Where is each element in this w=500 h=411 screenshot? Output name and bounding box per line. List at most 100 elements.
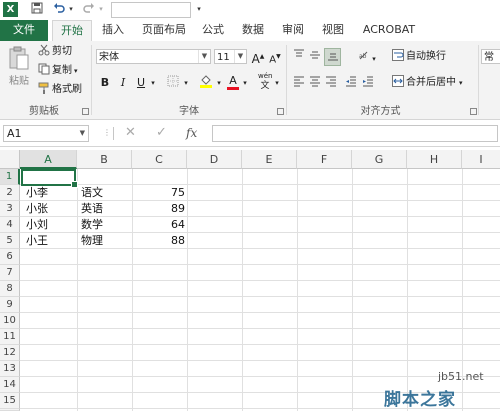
increase-indent-button[interactable] xyxy=(361,75,375,91)
align-right-button[interactable] xyxy=(324,75,338,91)
grow-font-button[interactable]: A▲ xyxy=(251,49,265,66)
cell-name[interactable]: 小刘 xyxy=(26,217,48,233)
column-header[interactable]: H xyxy=(407,150,462,169)
cut-button[interactable]: 剪切 xyxy=(38,44,72,59)
row-header[interactable]: 1 xyxy=(0,169,20,185)
row-header[interactable]: 14 xyxy=(0,377,20,393)
row-header[interactable]: 13 xyxy=(0,361,20,377)
redo-icon[interactable] xyxy=(82,2,96,17)
orientation-button[interactable]: ab ▾ xyxy=(358,49,376,65)
column-header[interactable]: C xyxy=(132,150,187,169)
cancel-icon[interactable]: ✕ xyxy=(125,125,136,141)
decrease-indent-button[interactable] xyxy=(344,75,358,91)
font-launcher-icon[interactable] xyxy=(277,108,284,115)
align-top-button[interactable] xyxy=(292,49,306,65)
enter-icon[interactable]: ✓ xyxy=(156,125,167,141)
tab-acrobat[interactable]: ACROBAT xyxy=(358,20,420,41)
quick-access-field[interactable] xyxy=(111,2,191,18)
align-left-button[interactable] xyxy=(292,75,306,91)
cell-score[interactable]: 88 xyxy=(135,233,185,249)
customize-toolbar-icon[interactable]: ▾ xyxy=(195,2,203,17)
fill-handle[interactable] xyxy=(71,181,78,188)
font-color-button[interactable]: A xyxy=(226,73,240,90)
insert-function-button[interactable]: fx xyxy=(186,125,197,141)
cell-subject[interactable]: 数学 xyxy=(81,217,103,233)
row-header[interactable]: 8 xyxy=(0,281,20,297)
underline-dropdown-icon[interactable]: ▾ xyxy=(149,75,157,91)
paste-button[interactable]: 粘贴 xyxy=(5,45,33,95)
row-header[interactable]: 2 xyxy=(0,185,20,201)
tab-file[interactable]: 文件 xyxy=(0,20,48,41)
font-color-dropdown-icon[interactable]: ▾ xyxy=(241,75,249,91)
row-header[interactable]: 5 xyxy=(0,233,20,249)
tab-formulas[interactable]: 公式 xyxy=(197,20,229,41)
bold-button[interactable]: B xyxy=(98,75,112,91)
font-size-select[interactable]: 11 ▼ xyxy=(214,49,247,64)
tab-home[interactable]: 开始 xyxy=(52,20,92,42)
font-name-select[interactable]: 宋体 ▼ xyxy=(96,49,211,64)
redo-dropdown-icon[interactable]: ▾ xyxy=(97,2,105,17)
row-header[interactable]: 4 xyxy=(0,217,20,233)
row-header[interactable]: 6 xyxy=(0,249,20,265)
column-header[interactable]: E xyxy=(242,150,297,169)
select-all-corner[interactable] xyxy=(0,150,20,169)
align-center-button[interactable] xyxy=(308,75,322,91)
undo-icon[interactable] xyxy=(52,2,66,17)
resize-handle-icon[interactable]: ⋮ xyxy=(103,128,111,137)
number-format-value: 常规 xyxy=(484,52,494,63)
align-right-icon xyxy=(326,76,336,87)
tab-view[interactable]: 视图 xyxy=(316,20,350,41)
cell-name[interactable]: 小王 xyxy=(26,233,48,249)
column-header[interactable]: G xyxy=(352,150,407,169)
save-icon[interactable] xyxy=(30,2,44,17)
column-header[interactable]: A xyxy=(20,150,77,169)
fill-bucket-icon xyxy=(200,75,212,88)
alignment-launcher-icon[interactable] xyxy=(470,108,477,115)
cell-score[interactable]: 64 xyxy=(135,217,185,233)
cell-subject[interactable]: 英语 xyxy=(81,201,103,217)
border-button[interactable] xyxy=(165,75,181,91)
copy-icon xyxy=(38,63,50,75)
align-middle-button[interactable] xyxy=(308,49,322,65)
number-format-select[interactable]: 常规 xyxy=(481,49,500,64)
cell-subject[interactable]: 物理 xyxy=(81,233,103,249)
cell-score[interactable]: 75 xyxy=(135,185,185,201)
merge-center-button[interactable]: 合并后居中 ▾ xyxy=(392,75,463,90)
undo-dropdown-icon[interactable]: ▾ xyxy=(67,2,75,17)
row-header[interactable]: 11 xyxy=(0,329,20,345)
active-cell-selection[interactable] xyxy=(21,169,78,188)
column-header[interactable]: D xyxy=(187,150,242,169)
fill-color-button[interactable] xyxy=(198,74,214,90)
column-header[interactable]: F xyxy=(297,150,352,169)
fill-color-dropdown-icon[interactable]: ▾ xyxy=(215,75,223,91)
format-painter-button[interactable]: 格式刷 xyxy=(38,82,82,97)
align-bottom-button[interactable] xyxy=(324,48,341,66)
shrink-font-button[interactable]: A▼ xyxy=(268,49,282,65)
cell-name[interactable]: 小李 xyxy=(26,185,48,201)
border-dropdown-icon[interactable]: ▾ xyxy=(182,75,190,91)
clipboard-launcher-icon[interactable] xyxy=(82,108,89,115)
name-box[interactable]: A1 ▼ xyxy=(3,125,89,142)
cell-name[interactable]: 小张 xyxy=(26,201,48,217)
formula-input[interactable] xyxy=(212,125,498,142)
row-header[interactable]: 15 xyxy=(0,393,20,409)
italic-button[interactable]: I xyxy=(116,75,130,91)
row-header[interactable]: 9 xyxy=(0,297,20,313)
tab-review[interactable]: 审阅 xyxy=(277,20,309,41)
copy-button[interactable]: 复制 ▾ xyxy=(38,63,78,78)
row-header[interactable]: 3 xyxy=(0,201,20,217)
column-header[interactable]: I xyxy=(462,150,500,169)
column-header[interactable]: B xyxy=(77,150,132,169)
tab-insert[interactable]: 插入 xyxy=(96,20,130,41)
underline-button[interactable]: U xyxy=(134,75,148,91)
tab-data[interactable]: 数据 xyxy=(236,20,270,41)
row-header[interactable]: 12 xyxy=(0,345,20,361)
tab-page-layout[interactable]: 页面布局 xyxy=(136,20,192,41)
wrap-text-button[interactable]: 自动换行 xyxy=(392,49,446,64)
cell-subject[interactable]: 语文 xyxy=(81,185,103,201)
row-header[interactable]: 7 xyxy=(0,265,20,281)
cell-score[interactable]: 89 xyxy=(135,201,185,217)
phonetic-button[interactable]: wén 文 xyxy=(258,73,272,92)
row-header[interactable]: 10 xyxy=(0,313,20,329)
phonetic-dropdown-icon[interactable]: ▾ xyxy=(273,75,281,91)
